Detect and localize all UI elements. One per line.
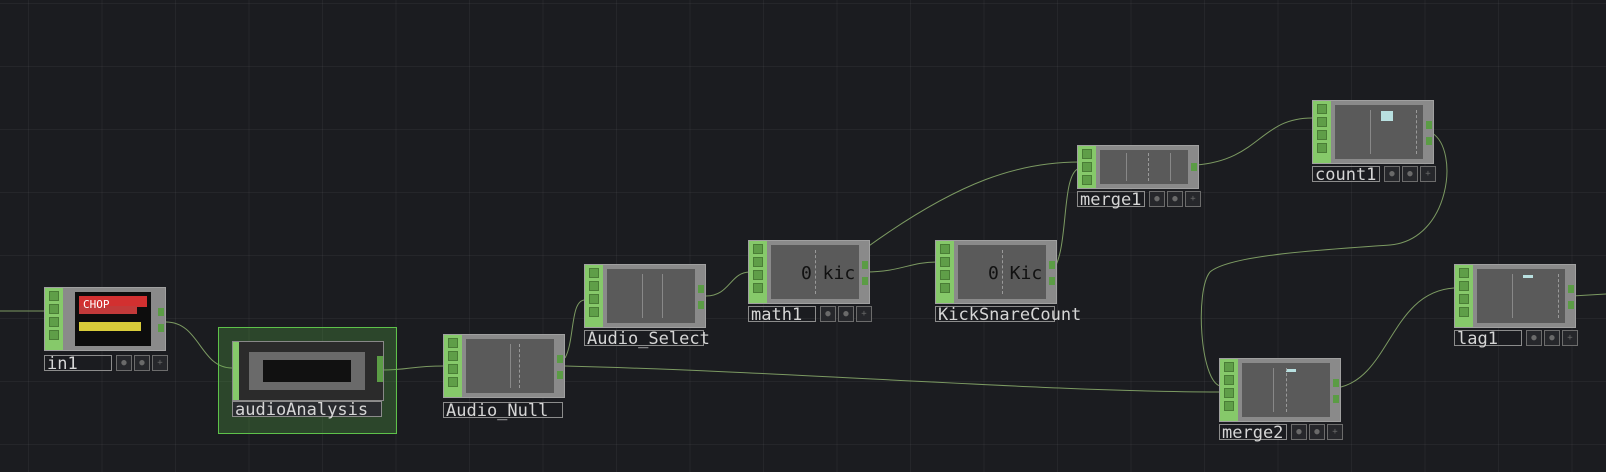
- wire-audioselect-math1: [705, 271, 751, 297]
- wire-math1-kicksnare: [865, 261, 938, 273]
- bypass-flag-icon[interactable]: ●: [1384, 166, 1400, 182]
- lock-flag-icon[interactable]: ●: [134, 355, 150, 371]
- node-preview: [1335, 105, 1423, 159]
- node-label[interactable]: Audio_Select: [584, 330, 710, 348]
- bypass-flag-icon[interactable]: ●: [116, 355, 132, 371]
- wire-audionull-audioselect: [564, 299, 586, 359]
- wire-lag1-out: [1571, 293, 1606, 297]
- viewer-flag-icon[interactable]: +: [1185, 191, 1201, 207]
- viewer-flag-icon[interactable]: +: [1562, 330, 1578, 346]
- node-label[interactable]: KickSnareCount: [935, 306, 1081, 324]
- node-label[interactable]: in1: [44, 355, 112, 373]
- bypass-flag-icon[interactable]: ●: [1526, 330, 1542, 346]
- lock-flag-icon[interactable]: ●: [1544, 330, 1560, 346]
- node-connector-rail[interactable]: [1313, 101, 1331, 163]
- node-label[interactable]: lag1: [1454, 330, 1522, 348]
- node-connector-rail[interactable]: [936, 241, 954, 303]
- lock-flag-icon[interactable]: ●: [1167, 191, 1183, 207]
- bypass-flag-icon[interactable]: ●: [1291, 424, 1307, 440]
- node-connector-rail[interactable]: [585, 265, 603, 327]
- node-connector-rail[interactable]: [1220, 359, 1238, 421]
- wire-merge1-count1: [1195, 117, 1313, 166]
- node-label[interactable]: merge1: [1077, 191, 1145, 209]
- node-connector-rail[interactable]: [749, 241, 767, 303]
- viewer-flag-icon[interactable]: +: [1327, 424, 1343, 440]
- preview-text: CHOP: [83, 298, 110, 311]
- node-preview: CHOP: [75, 292, 151, 346]
- wire-audionull-merge2: [564, 365, 1221, 393]
- node-label[interactable]: count1: [1312, 166, 1380, 184]
- lock-flag-icon[interactable]: ●: [1309, 424, 1325, 440]
- node-preview: [1477, 269, 1565, 323]
- bypass-flag-icon[interactable]: ●: [1149, 191, 1165, 207]
- node-label[interactable]: math1: [748, 306, 816, 324]
- value-display: 0 kic: [801, 263, 856, 284]
- node-preview: [607, 269, 695, 323]
- node-label[interactable]: merge2: [1219, 424, 1287, 442]
- node-label[interactable]: Audio_Null: [443, 402, 563, 420]
- lock-flag-icon[interactable]: ●: [838, 306, 854, 322]
- viewer-flag-icon[interactable]: +: [152, 355, 168, 371]
- node-label[interactable]: audioAnalysis: [232, 401, 382, 419]
- viewer-flag-icon[interactable]: +: [1420, 166, 1436, 182]
- lock-flag-icon[interactable]: ●: [1402, 166, 1418, 182]
- node-connector-rail[interactable]: [45, 288, 63, 350]
- node-preview: [1242, 363, 1330, 417]
- bypass-flag-icon[interactable]: ●: [820, 306, 836, 322]
- node-preview: [263, 360, 351, 382]
- node-preview: [1100, 150, 1188, 184]
- node-connector-rail[interactable]: [1455, 265, 1473, 327]
- viewer-flag-icon[interactable]: +: [856, 306, 872, 322]
- node-connector-rail[interactable]: [1078, 146, 1096, 188]
- node-connector-rail[interactable]: [444, 335, 462, 397]
- value-display: 0 Kic: [988, 263, 1043, 284]
- node-preview: [466, 339, 554, 393]
- wire-merge2-lag1: [1335, 287, 1455, 389]
- wire-math1-merge1: [865, 161, 1081, 249]
